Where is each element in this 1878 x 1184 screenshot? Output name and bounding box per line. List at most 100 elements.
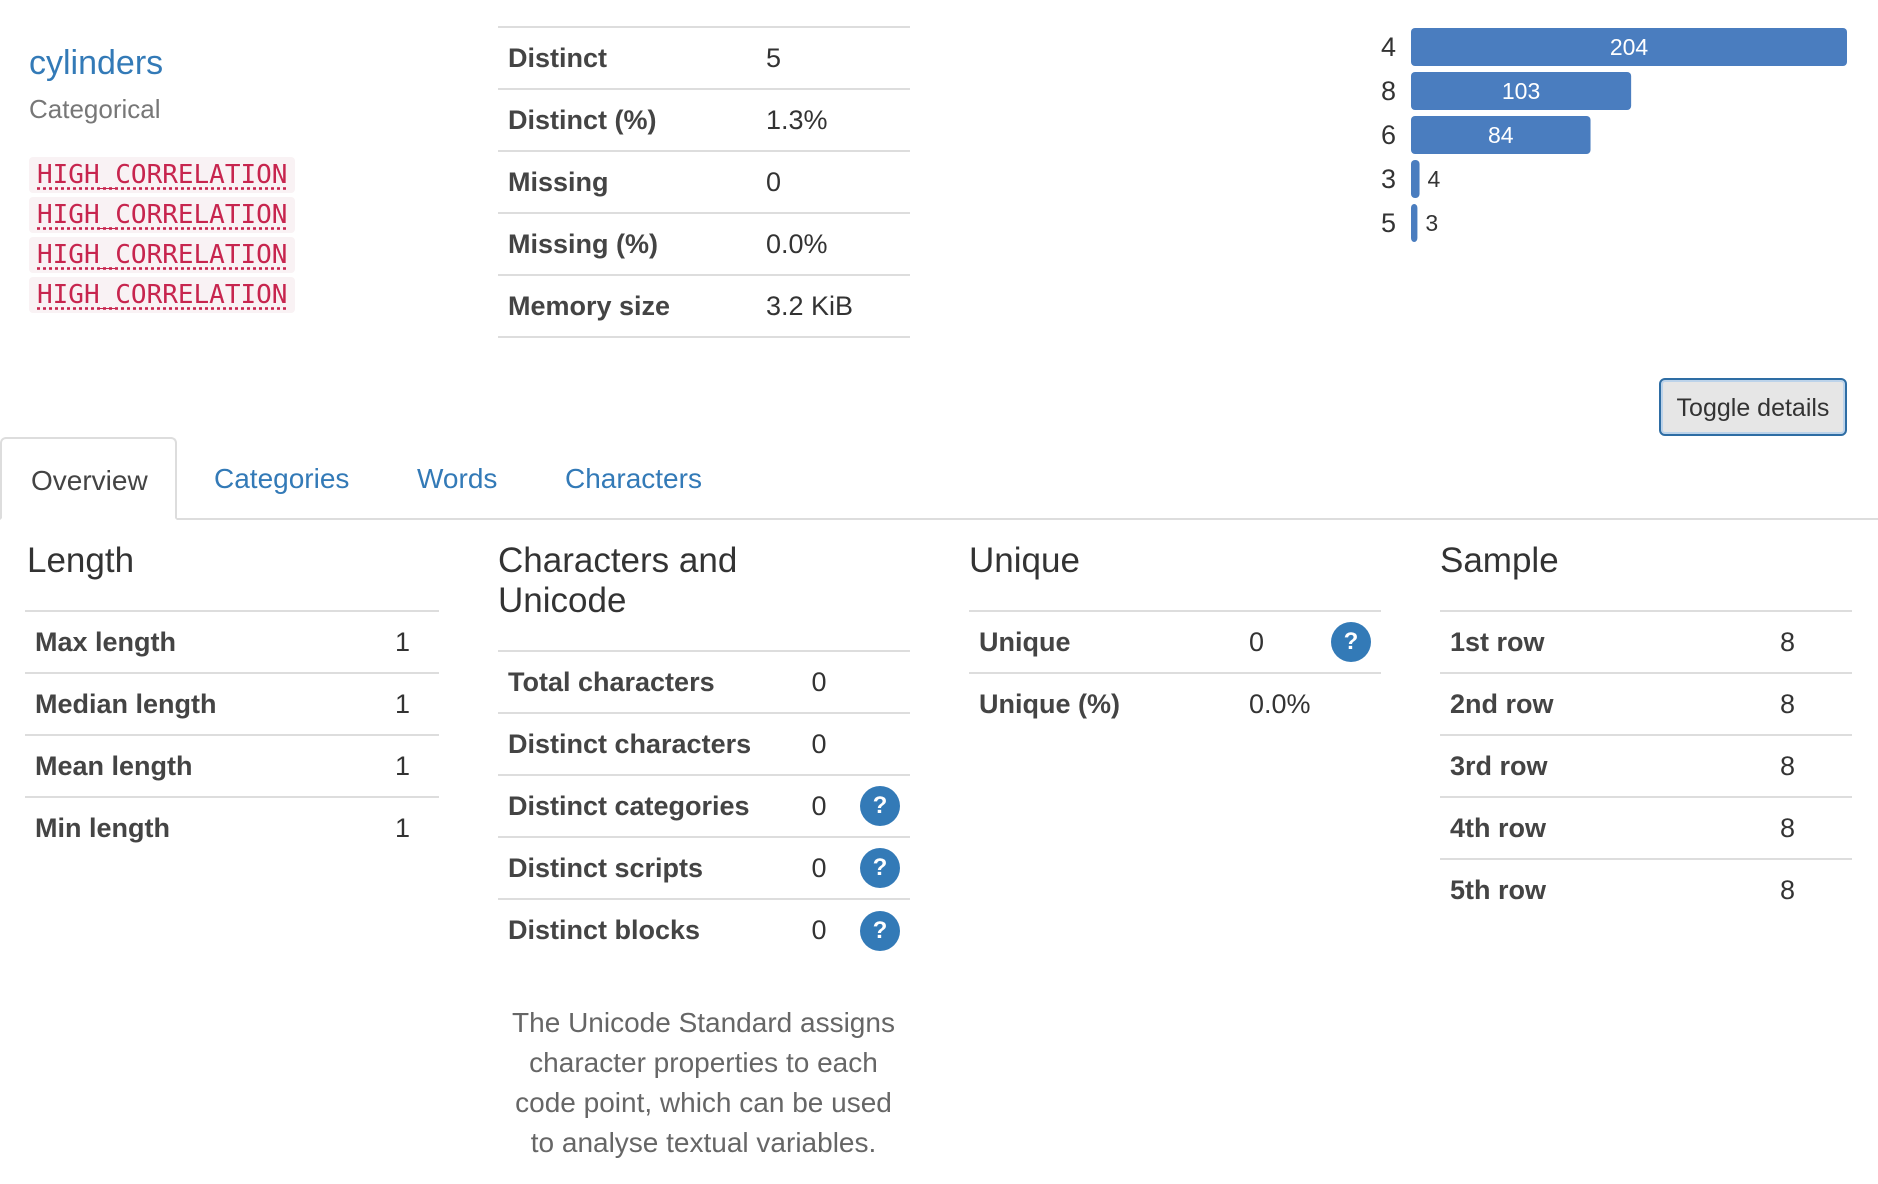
unicode-heading-line1: Characters and bbox=[498, 541, 738, 580]
table-row: Mean length 1 bbox=[25, 734, 439, 797]
sample-heading: Sample bbox=[1440, 541, 1559, 580]
table-row: Distinct (%) 1.3% bbox=[498, 88, 910, 151]
tab-characters[interactable]: Characters bbox=[536, 437, 731, 520]
tab-categories[interactable]: Categories bbox=[185, 437, 378, 520]
sample-label: 2nd row bbox=[1440, 672, 1770, 735]
warning-badge[interactable]: HIGH_CORRELATION bbox=[29, 157, 296, 193]
unique-value: 0.0% bbox=[1239, 672, 1321, 735]
unique-table: Unique 0? Unique (%) 0.0% bbox=[969, 610, 1381, 735]
summary-value: 5 bbox=[756, 26, 910, 89]
help-icon[interactable]: ? bbox=[1331, 622, 1371, 662]
unicode-label: Distinct characters bbox=[498, 712, 802, 775]
bar-category-label: 5 bbox=[1381, 208, 1396, 238]
help-icon[interactable]: ? bbox=[860, 786, 900, 826]
warning-badge[interactable]: HIGH_CORRELATION bbox=[29, 237, 296, 273]
variable-name: cylinders bbox=[29, 44, 164, 82]
table-row: Distinct blocks 0? bbox=[498, 898, 910, 961]
unicode-table: Total characters 0 Distinct characters 0 D… bbox=[498, 650, 910, 961]
table-row: Total characters 0 bbox=[498, 650, 910, 713]
table-row: Min length 1 bbox=[25, 796, 439, 859]
sample-label: 3rd row bbox=[1440, 734, 1770, 797]
variable-type: Categorical bbox=[29, 94, 161, 124]
unicode-description: The Unicode Standard assigns character p… bbox=[512, 1007, 895, 1158]
help-icon[interactable]: ? bbox=[860, 910, 900, 951]
table-row: Unique (%) 0.0% bbox=[969, 672, 1381, 735]
help-icon[interactable]: ? bbox=[860, 848, 900, 888]
table-row: 3rd row 8 bbox=[1440, 734, 1852, 797]
sample-value: 8 bbox=[1770, 858, 1852, 921]
table-row: Unique 0? bbox=[969, 610, 1381, 673]
summary-label: Distinct (%) bbox=[498, 88, 756, 151]
table-row: Distinct characters 0 bbox=[498, 712, 910, 775]
bar-value-label: 103 bbox=[1502, 78, 1540, 104]
length-value: 1 bbox=[385, 734, 439, 797]
table-row: Memory size 3.2 KiB bbox=[498, 274, 910, 337]
table-row: Max length 1 bbox=[25, 610, 439, 673]
length-table: Max length 1 Median length 1 Mean length 1 … bbox=[25, 610, 439, 859]
summary-label: Distinct bbox=[498, 26, 756, 89]
summary-value: 3.2 KiB bbox=[756, 274, 910, 337]
unique-label: Unique (%) bbox=[969, 672, 1239, 735]
summary-label: Memory size bbox=[498, 274, 756, 337]
bar-category-label: 6 bbox=[1381, 120, 1396, 150]
sample-table: 1st row 8 2nd row 8 3rd row 8 4th row 8 5th … bbox=[1440, 610, 1852, 921]
sample-value: 8 bbox=[1770, 796, 1852, 859]
warning-badge[interactable]: HIGH_CORRELATION bbox=[29, 277, 296, 313]
sample-value: 8 bbox=[1770, 672, 1852, 735]
bar-value-label: 84 bbox=[1488, 122, 1514, 148]
tab-overview[interactable]: Overview bbox=[0, 437, 177, 520]
bar-value-label: 204 bbox=[1610, 34, 1649, 60]
bar-category-label: 8 bbox=[1381, 76, 1396, 106]
unique-heading: Unique bbox=[969, 541, 1080, 580]
length-label: Max length bbox=[25, 610, 385, 673]
summary-label: Missing bbox=[498, 150, 756, 213]
sample-value: 8 bbox=[1770, 610, 1852, 673]
unicode-label: Total characters bbox=[498, 650, 802, 713]
unicode-label: Distinct categories bbox=[498, 774, 802, 837]
table-row: 2nd row 8 bbox=[1440, 672, 1852, 735]
unicode-label: Distinct scripts bbox=[498, 836, 802, 899]
table-row: Distinct scripts 0? bbox=[498, 836, 910, 899]
length-heading: Length bbox=[27, 541, 135, 580]
length-label: Mean length bbox=[25, 734, 385, 797]
summary-table: Distinct 5 Distinct (%) 1.3% Missing 0 Miss… bbox=[498, 26, 910, 338]
sample-value: 8 bbox=[1770, 734, 1852, 797]
unique-label: Unique bbox=[969, 610, 1239, 673]
length-value: 1 bbox=[385, 672, 439, 735]
sample-label: 1st row bbox=[1440, 610, 1770, 673]
bar-category-label: 4 bbox=[1381, 32, 1396, 62]
table-row: 5th row 8 bbox=[1440, 858, 1852, 921]
summary-value: 0.0% bbox=[756, 212, 910, 275]
bar bbox=[1411, 160, 1420, 198]
table-row: Missing (%) 0.0% bbox=[498, 212, 910, 275]
table-row: 4th row 8 bbox=[1440, 796, 1852, 859]
unique-value: 0 bbox=[1239, 610, 1321, 673]
unicode-value: 0 bbox=[801, 898, 850, 961]
length-label: Min length bbox=[25, 796, 385, 859]
unicode-value: 0 bbox=[801, 650, 850, 713]
length-value: 1 bbox=[385, 610, 439, 673]
frequency-bar-chart: 4 204 8 103 6 84 3 4 5 3 bbox=[1381, 28, 1847, 242]
table-row: Distinct 5 bbox=[498, 26, 910, 89]
table-row: Distinct categories 0? bbox=[498, 774, 910, 837]
unicode-heading: Characters and Unicode bbox=[498, 541, 737, 621]
summary-value: 1.3% bbox=[756, 88, 910, 151]
sample-label: 4th row bbox=[1440, 796, 1770, 859]
bar-value-label: 3 bbox=[1425, 210, 1438, 236]
toggle-details-button[interactable]: Toggle details bbox=[1659, 378, 1847, 436]
unicode-value: 0 bbox=[801, 712, 850, 775]
unicode-label: Distinct blocks bbox=[498, 898, 802, 961]
bar-category-label: 3 bbox=[1381, 164, 1396, 194]
warning-badge[interactable]: HIGH_CORRELATION bbox=[29, 197, 296, 233]
table-row: Median length 1 bbox=[25, 672, 439, 735]
summary-label: Missing (%) bbox=[498, 212, 756, 275]
tab-words[interactable]: Words bbox=[388, 437, 526, 520]
summary-value: 0 bbox=[756, 150, 910, 213]
table-row: Missing 0 bbox=[498, 150, 910, 213]
bar bbox=[1411, 204, 1418, 242]
length-label: Median length bbox=[25, 672, 385, 735]
sample-label: 5th row bbox=[1440, 858, 1770, 921]
unicode-value: 0 bbox=[801, 836, 850, 899]
bar-value-label: 4 bbox=[1428, 166, 1441, 192]
unicode-value: 0 bbox=[801, 774, 850, 837]
